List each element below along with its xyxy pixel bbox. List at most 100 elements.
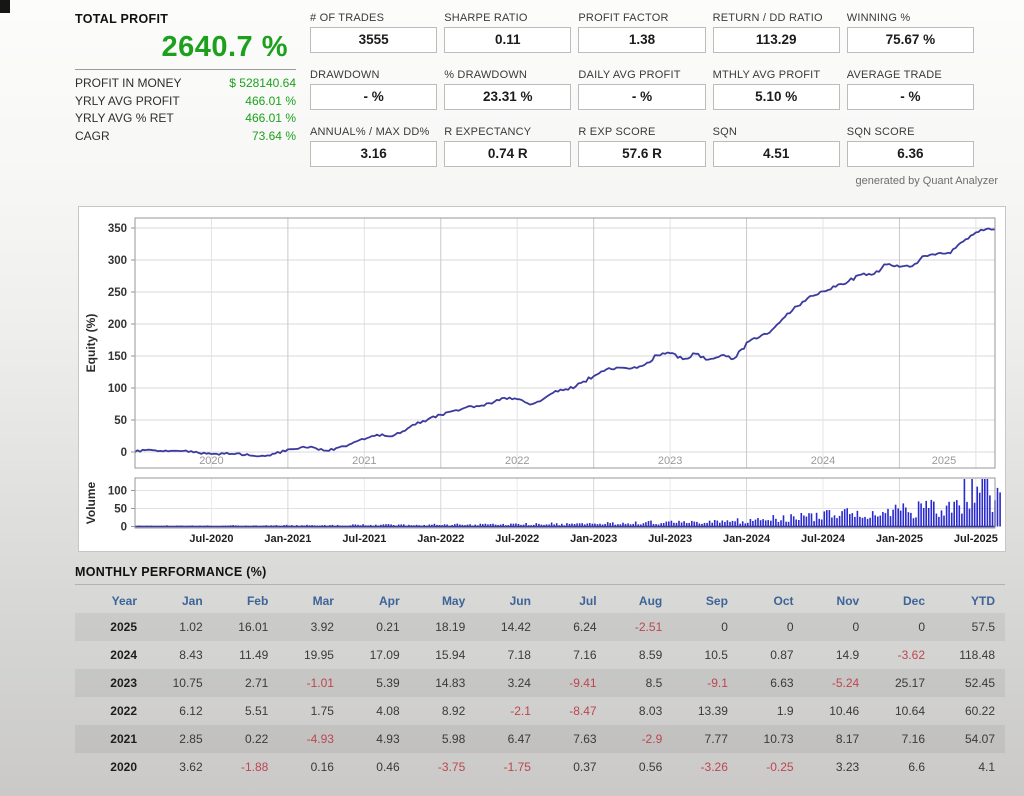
value-cell: 1.9 — [738, 697, 804, 725]
value-cell: 14.9 — [804, 641, 870, 669]
value-cell: 118.48 — [935, 641, 1005, 669]
stat-cell: PROFIT FACTOR1.38 — [578, 12, 705, 53]
equity-year-label: 2025 — [932, 455, 956, 467]
value-cell: 19.95 — [278, 641, 344, 669]
value-cell: -4.93 — [278, 725, 344, 753]
value-cell: 14.83 — [410, 669, 476, 697]
value-cell: -9.1 — [672, 669, 738, 697]
stat-value-box: 1.38 — [578, 27, 705, 53]
stat-label: # OF TRADES — [310, 12, 437, 24]
equity-ytick-label: 300 — [108, 255, 127, 267]
stat-label: SQN — [713, 126, 840, 138]
value-cell: 8.03 — [607, 697, 673, 725]
value-cell: 7.16 — [541, 641, 607, 669]
value-cell: 0.46 — [344, 753, 410, 781]
column-header-aug: Aug — [607, 587, 673, 613]
monthly-performance-title: MONTHLY PERFORMANCE (%) — [75, 565, 1005, 585]
value-cell: 2.85 — [147, 725, 213, 753]
value-cell: 7.18 — [475, 641, 541, 669]
value-cell: 7.16 — [869, 725, 935, 753]
summary-row-value: 466.01 % — [245, 110, 296, 128]
table-row-2024: 20248.4311.4919.9517.0915.947.187.168.59… — [75, 641, 1005, 669]
value-cell: -1.75 — [475, 753, 541, 781]
column-header-ytd: YTD — [935, 587, 1005, 613]
value-cell: 18.19 — [410, 613, 476, 641]
column-header-oct: Oct — [738, 587, 804, 613]
stats-grid: # OF TRADES3555SHARPE RATIO0.11PROFIT FA… — [310, 12, 974, 167]
value-cell: -2.1 — [475, 697, 541, 725]
summary-row-value: 466.01 % — [245, 93, 296, 111]
value-cell: -1.01 — [278, 669, 344, 697]
stat-cell: SQN SCORE 6.36 — [847, 126, 974, 167]
value-cell: 14.42 — [475, 613, 541, 641]
stat-label: AVERAGE TRADE — [847, 69, 974, 81]
stat-cell: # OF TRADES3555 — [310, 12, 437, 53]
stat-cell: DRAWDOWN- % — [310, 69, 437, 110]
volume-xtick-label: Jul-2024 — [801, 533, 846, 545]
value-cell: 2.71 — [213, 669, 279, 697]
value-cell: 54.07 — [935, 725, 1005, 753]
stat-value-box: 23.31 % — [444, 84, 571, 110]
volume-ytick-label: 100 — [108, 486, 127, 498]
value-cell: -0.25 — [738, 753, 804, 781]
summary-row: YRLY AVG % RET466.01 % — [75, 110, 296, 128]
value-cell: 0.21 — [344, 613, 410, 641]
value-cell: 6.47 — [475, 725, 541, 753]
stat-label: % DRAWDOWN — [444, 69, 571, 81]
table-header-row: YearJanFebMarAprMayJunJulAugSepOctNovDec… — [75, 587, 1005, 613]
monthly-performance-section: MONTHLY PERFORMANCE (%) YearJanFebMarApr… — [75, 565, 1005, 781]
value-cell: 7.63 — [541, 725, 607, 753]
equity-ytick-label: 0 — [121, 447, 127, 459]
volume-xtick-label: Jan-2024 — [723, 533, 771, 545]
stat-cell: MTHLY AVG PROFIT5.10 % — [713, 69, 840, 110]
table-row-2021: 20212.850.22-4.934.935.986.477.63-2.97.7… — [75, 725, 1005, 753]
year-cell: 2021 — [75, 725, 147, 753]
stat-value-box: 3.16 — [310, 141, 437, 167]
stat-cell: AVERAGE TRADE - % — [847, 69, 974, 110]
summary-row-value: $ 528140.64 — [229, 75, 296, 93]
year-cell: 2023 — [75, 669, 147, 697]
value-cell: 7.77 — [672, 725, 738, 753]
value-cell: 0.16 — [278, 753, 344, 781]
stat-label: SQN SCORE — [847, 126, 974, 138]
value-cell: 1.75 — [278, 697, 344, 725]
stat-value-box: 75.67 % — [847, 27, 974, 53]
year-cell: 2025 — [75, 613, 147, 641]
stat-value-box: 57.6 R — [578, 141, 705, 167]
equity-year-label: 2022 — [505, 455, 529, 467]
value-cell: 8.92 — [410, 697, 476, 725]
volume-xtick-label: Jan-2021 — [264, 533, 311, 545]
volume-xtick-label: Jul-2025 — [954, 533, 998, 545]
stat-value-box: 6.36 — [847, 141, 974, 167]
volume-xtick-label: Jan-2023 — [570, 533, 617, 545]
value-cell: 4.93 — [344, 725, 410, 753]
equity-ytick-label: 100 — [108, 383, 127, 395]
year-cell: 2022 — [75, 697, 147, 725]
summary-row: CAGR73.64 % — [75, 128, 296, 146]
value-cell: 11.49 — [213, 641, 279, 669]
stat-value-box: - % — [847, 84, 974, 110]
stat-cell: R EXP SCORE57.6 R — [578, 126, 705, 167]
value-cell: 0.87 — [738, 641, 804, 669]
summary-row-label: YRLY AVG PROFIT — [75, 93, 180, 111]
stat-value-box: 4.51 — [713, 141, 840, 167]
table-row-2023: 202310.752.71-1.015.3914.833.24-9.418.5-… — [75, 669, 1005, 697]
value-cell: 1.02 — [147, 613, 213, 641]
equity-ytick-label: 350 — [108, 223, 127, 235]
stat-cell: % DRAWDOWN 23.31 % — [444, 69, 571, 110]
value-cell: 8.17 — [804, 725, 870, 753]
value-cell: 52.45 — [935, 669, 1005, 697]
value-cell: -3.26 — [672, 753, 738, 781]
stat-label: DRAWDOWN — [310, 69, 437, 81]
equity-axis-title: Equity (%) — [84, 314, 98, 373]
stat-value-box: 5.10 % — [713, 84, 840, 110]
equity-ytick-label: 250 — [108, 287, 127, 299]
column-header-year: Year — [75, 587, 147, 613]
value-cell: 6.12 — [147, 697, 213, 725]
summary-row: YRLY AVG PROFIT 466.01 % — [75, 93, 296, 111]
table-row-2022: 20226.125.511.754.088.92-2.1-8.478.0313.… — [75, 697, 1005, 725]
column-header-may: May — [410, 587, 476, 613]
summary-rows: PROFIT IN MONEY$ 528140.64YRLY AVG PROFI… — [75, 75, 296, 145]
summary-row: PROFIT IN MONEY$ 528140.64 — [75, 75, 296, 93]
value-cell: 8.5 — [607, 669, 673, 697]
